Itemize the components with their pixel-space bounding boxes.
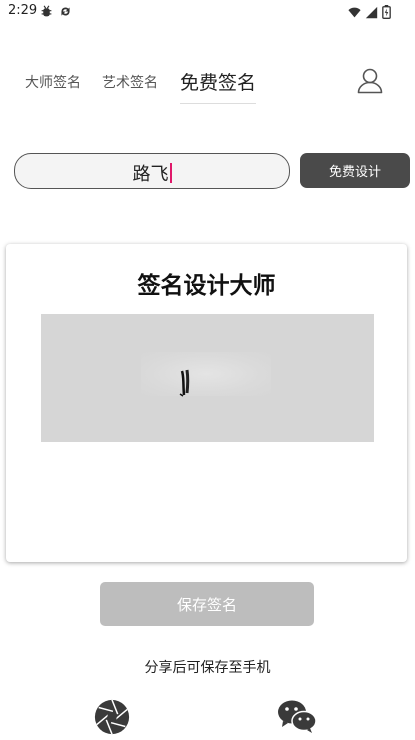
- tab-master-signature[interactable]: 大师签名: [25, 72, 81, 92]
- status-bar: 2:29: [0, 0, 415, 24]
- free-design-button[interactable]: 免费设计: [300, 153, 410, 188]
- aperture-icon[interactable]: [93, 698, 131, 736]
- name-input[interactable]: 路飞: [14, 153, 290, 189]
- name-input-value: 路飞: [132, 164, 169, 185]
- debug-icon: [40, 3, 53, 22]
- signature-glow: [141, 352, 271, 396]
- signature-stroke: [179, 369, 190, 397]
- wechat-icon[interactable]: [277, 698, 317, 736]
- card-title: 签名设计大师: [137, 273, 276, 299]
- battery-icon: [382, 4, 391, 23]
- sync-icon: [59, 3, 72, 22]
- tab-free-signature[interactable]: 免费签名: [180, 68, 257, 104]
- signature-card: 签名设计大师: [6, 244, 407, 562]
- status-time: 2:29: [8, 3, 38, 18]
- signature-preview: [41, 314, 374, 442]
- tab-art-signature[interactable]: 艺术签名: [102, 72, 158, 92]
- wifi-icon: [348, 4, 361, 23]
- signal-icon: [365, 4, 378, 23]
- share-hint: 分享后可保存至手机: [144, 660, 271, 676]
- tab-bar: 大师签名 艺术签名 免费签名: [0, 62, 415, 106]
- user-icon[interactable]: [356, 66, 384, 94]
- save-signature-button[interactable]: 保存签名: [100, 582, 314, 626]
- text-caret: [169, 163, 172, 183]
